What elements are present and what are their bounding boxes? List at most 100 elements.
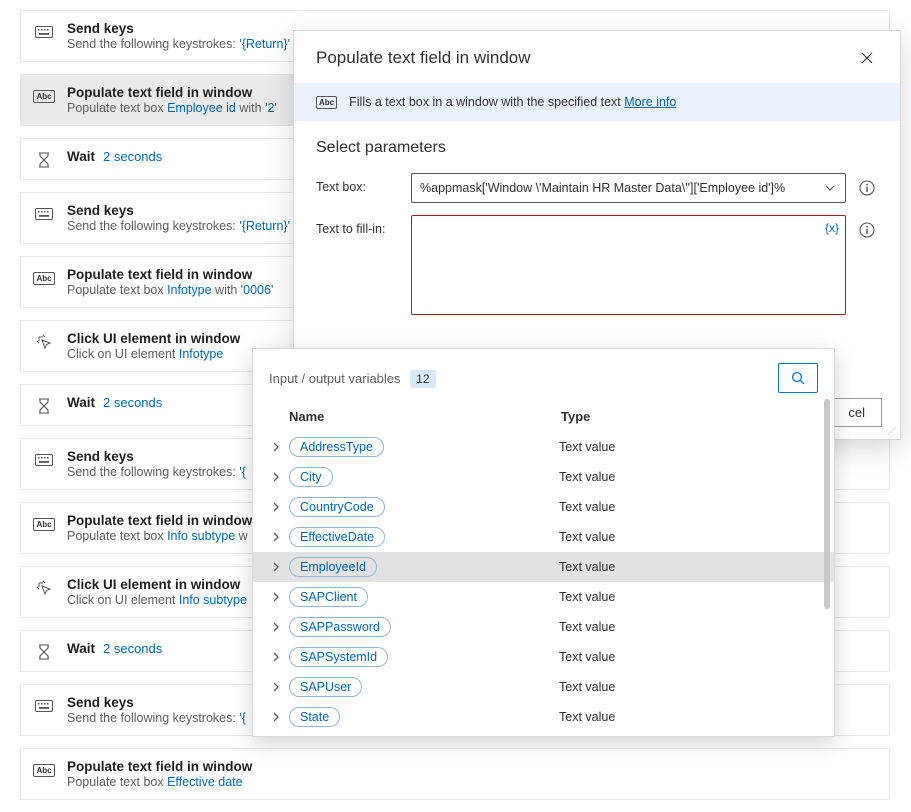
keyboard-icon [35, 23, 53, 41]
variable-row[interactable]: City Text value [253, 462, 834, 492]
chevron-right-icon[interactable] [265, 556, 287, 578]
chevron-right-icon[interactable] [265, 586, 287, 608]
variable-chip[interactable]: State [289, 707, 340, 727]
action-description: Populate text box Effective date [67, 775, 875, 789]
variable-row[interactable]: AddressType Text value [253, 432, 834, 462]
variable-chip[interactable]: SAPClient [289, 587, 368, 607]
action-link: Info subtype [179, 593, 247, 607]
variable-type-cell: Text value [559, 680, 818, 694]
close-icon[interactable] [856, 47, 878, 69]
variable-name-cell: State [287, 707, 559, 727]
column-name-header: Name [289, 409, 561, 424]
chevron-right-icon[interactable] [265, 436, 287, 458]
variable-row[interactable]: CountryCode Text value [253, 492, 834, 522]
chevron-right-icon[interactable] [265, 646, 287, 668]
variable-type-cell: Text value [559, 500, 818, 514]
cancel-button[interactable]: cel [831, 398, 882, 427]
action-title: Wait [67, 641, 95, 656]
action-link: '{ [239, 465, 246, 479]
param-text-to-fill: Text to fill-in: {x} [294, 209, 900, 321]
action-link: '2' [265, 101, 277, 115]
variable-name-cell: SAPSystemId [287, 647, 559, 667]
chevron-right-icon[interactable] [265, 496, 287, 518]
banner-text: Fills a text box in a window with the sp… [349, 95, 676, 109]
variable-chip[interactable]: SAPPassword [289, 617, 391, 637]
wait-icon [35, 151, 53, 169]
action-link: Info subtype [167, 529, 235, 543]
chevron-right-icon[interactable] [265, 616, 287, 638]
param-label-text-box: Text box: [316, 173, 401, 194]
action-link: '{Return}' [239, 37, 290, 51]
variable-chip[interactable]: SAPUser [289, 677, 362, 697]
variable-row[interactable]: EffectiveDate Text value [253, 522, 834, 552]
variable-type-cell: Text value [559, 530, 818, 544]
variable-type-cell: Text value [559, 440, 818, 454]
info-icon[interactable] [856, 219, 878, 241]
scrollbar[interactable] [824, 399, 830, 609]
variable-name-cell: EmployeeId [287, 557, 559, 577]
action-title: Wait [67, 149, 95, 164]
wait-icon [35, 397, 53, 415]
click-icon [35, 579, 53, 597]
variable-name-cell: EffectiveDate [287, 527, 559, 547]
variable-row[interactable]: SAPClient Text value [253, 582, 834, 612]
variable-row[interactable]: SAPSystemId Text value [253, 642, 834, 672]
abc-icon: Abc [35, 269, 53, 287]
wait-value: 2 seconds [103, 395, 162, 410]
section-title: Select parameters [294, 121, 900, 167]
variable-table-header: Name Type [253, 403, 834, 432]
chevron-right-icon[interactable] [265, 706, 287, 728]
search-button[interactable] [778, 363, 818, 393]
variable-type-cell: Text value [559, 560, 818, 574]
variable-row[interactable]: SAPPassword Text value [253, 612, 834, 642]
wait-value: 2 seconds [103, 149, 162, 164]
popover-header: Input / output variables 12 [253, 349, 834, 403]
variable-type-cell: Text value [559, 710, 818, 724]
wait-value: 2 seconds [103, 641, 162, 656]
action-link: '{ [239, 711, 246, 725]
variable-chip[interactable]: AddressType [289, 437, 384, 457]
text-to-fill-input[interactable]: {x} [411, 215, 846, 315]
io-variables-label: Input / output variables 12 [269, 371, 436, 386]
text-box-selector[interactable]: %appmask['Window \'Maintain HR Master Da… [411, 173, 846, 203]
variable-type-cell: Text value [559, 620, 818, 634]
dialog-header: Populate text field in window [294, 31, 900, 83]
chevron-right-icon[interactable] [265, 676, 287, 698]
variable-name-cell: SAPClient [287, 587, 559, 607]
abc-icon: Abc [35, 87, 53, 105]
variable-list: AddressTypeText valueCityText valueCount… [253, 432, 834, 732]
fx-icon[interactable]: {x} [825, 221, 839, 235]
variable-type-cell: Text value [559, 650, 818, 664]
variable-chip[interactable]: EmployeeId [289, 557, 377, 577]
click-icon [35, 333, 53, 351]
variable-type-cell: Text value [559, 470, 818, 484]
variable-type-cell: Text value [559, 590, 818, 604]
action-item[interactable]: Abc Populate text field in windowPopulate… [20, 748, 890, 800]
variable-chip[interactable]: CountryCode [289, 497, 385, 517]
info-icon[interactable] [856, 177, 878, 199]
chevron-down-icon[interactable] [823, 181, 837, 195]
variable-count-badge: 12 [410, 370, 435, 388]
action-link: '0006' [241, 283, 274, 297]
keyboard-icon [35, 451, 53, 469]
action-title: Wait [67, 395, 95, 410]
chevron-right-icon[interactable] [265, 526, 287, 548]
variable-row[interactable]: State Text value [253, 702, 834, 732]
more-info-link[interactable]: More info [624, 95, 676, 109]
abc-icon: Abc [35, 761, 53, 779]
variable-chip[interactable]: EffectiveDate [289, 527, 385, 547]
chevron-right-icon[interactable] [265, 466, 287, 488]
variable-row[interactable]: SAPUser Text value [253, 672, 834, 702]
variable-name-cell: AddressType [287, 437, 559, 457]
wait-icon [35, 643, 53, 661]
variable-row[interactable]: EmployeeId Text value [253, 552, 834, 582]
action-link: Infotype [167, 283, 211, 297]
resize-grip-icon[interactable] [888, 427, 898, 437]
action-title: Populate text field in window [67, 759, 875, 774]
variable-chip[interactable]: City [289, 467, 333, 487]
variable-name-cell: CountryCode [287, 497, 559, 517]
param-text-box: Text box: %appmask['Window \'Maintain HR… [294, 167, 900, 209]
text-box-value: %appmask['Window \'Maintain HR Master Da… [420, 181, 785, 195]
variable-chip[interactable]: SAPSystemId [289, 647, 388, 667]
variable-picker-popover: Input / output variables 12 Name Type Ad… [252, 348, 835, 737]
